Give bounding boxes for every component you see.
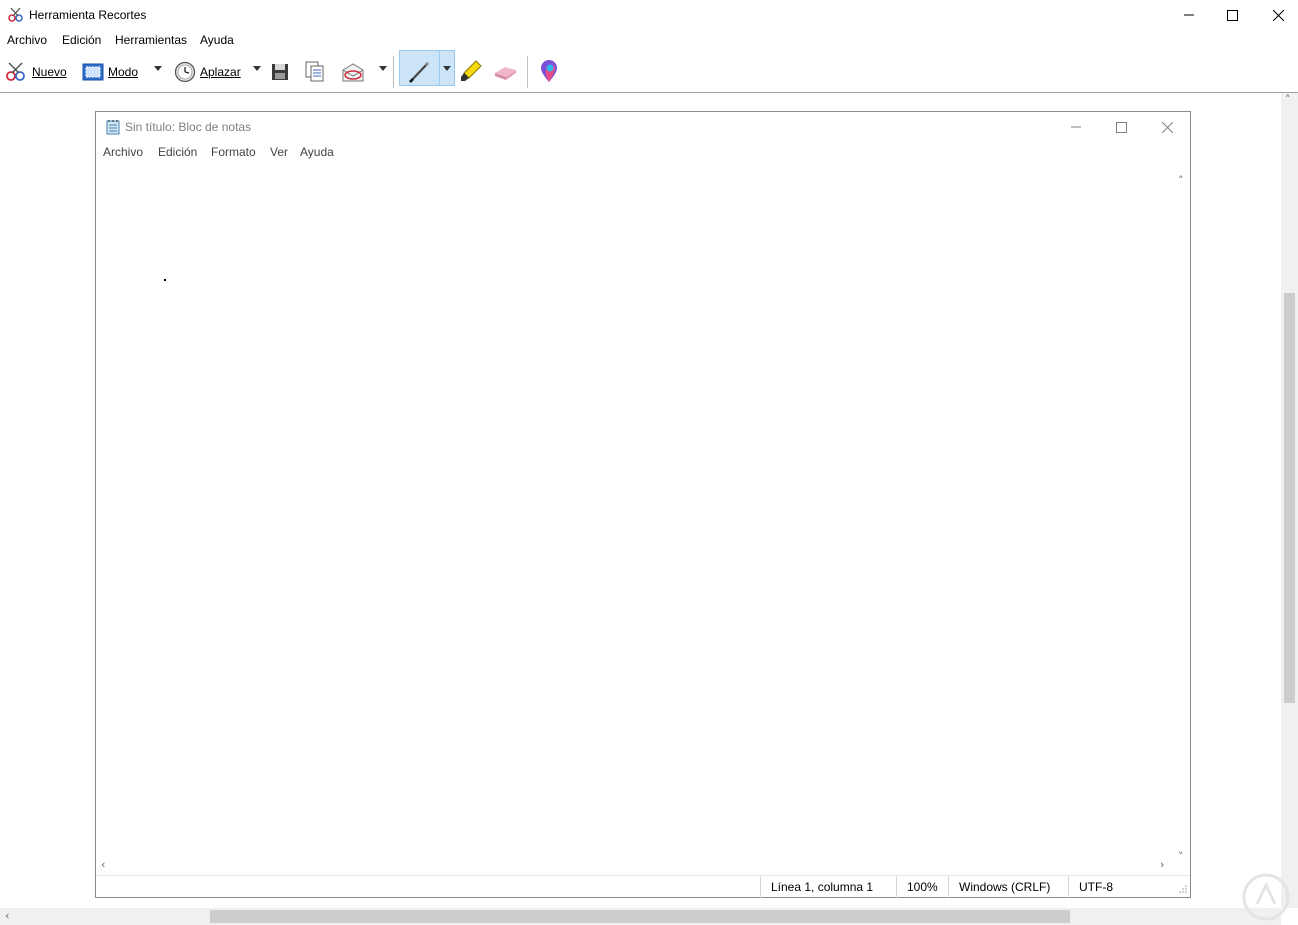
scroll-left-icon[interactable]: ‹: [101, 858, 105, 871]
canvas-horizontal-scrollbar[interactable]: ‹: [0, 908, 1281, 925]
np-menu-ayuda[interactable]: Ayuda: [300, 145, 334, 159]
delay-button[interactable]: Aplazar: [174, 56, 241, 88]
mode-dropdown-arrow[interactable]: [154, 66, 162, 71]
pen-dropdown-arrow[interactable]: [443, 66, 451, 71]
menu-archivo[interactable]: Archivo: [7, 33, 47, 47]
vertical-scroll-thumb[interactable]: [1284, 293, 1295, 703]
np-menu-formato[interactable]: Formato: [211, 145, 256, 159]
menu-edicion[interactable]: Edición: [62, 33, 101, 47]
scissors-icon: [8, 7, 23, 22]
text-cursor: [164, 279, 166, 281]
scroll-up-icon[interactable]: ˄: [1285, 93, 1291, 106]
horizontal-scroll-thumb[interactable]: [210, 910, 1070, 923]
toolbar-separator: [527, 56, 528, 88]
status-line-ending: Windows (CRLF): [948, 876, 1068, 898]
maximize-icon: [1226, 9, 1238, 21]
paint3d-icon: [541, 60, 557, 82]
eraser-button[interactable]: [492, 56, 518, 88]
mode-label: Modo: [108, 65, 139, 79]
paint3d-button[interactable]: [538, 56, 560, 88]
notepad-horizontal-scrollbar[interactable]: ‹ ›: [96, 858, 1176, 874]
status-zoom: 100%: [896, 876, 948, 898]
canvas-vertical-scrollbar[interactable]: ˄ ˅: [1281, 93, 1298, 908]
app-titlebar: Herramienta Recortes: [0, 0, 1298, 30]
notepad-close-button[interactable]: [1144, 112, 1190, 142]
close-button[interactable]: [1255, 0, 1298, 30]
eraser-icon: [495, 67, 516, 80]
menu-herramientas[interactable]: Herramientas: [115, 33, 187, 47]
notepad-maximize-button[interactable]: [1098, 112, 1144, 142]
scroll-left-icon[interactable]: ‹: [5, 909, 9, 922]
send-snip-button[interactable]: [341, 56, 367, 88]
watermark-logo-icon: [1242, 873, 1290, 921]
minimize-button[interactable]: [1166, 0, 1212, 30]
notepad-titlebar: Sin título: Bloc de notas: [96, 112, 1190, 142]
save-button[interactable]: [271, 56, 289, 88]
delay-dropdown-arrow[interactable]: [253, 66, 261, 71]
status-cursor-position: Línea 1, columna 1: [760, 876, 896, 898]
menu-ayuda[interactable]: Ayuda: [200, 33, 234, 47]
resize-grip-icon[interactable]: [1178, 884, 1188, 894]
minimize-icon: [1184, 14, 1194, 16]
highlighter-icon: [461, 60, 482, 81]
delay-label: Aplazar: [200, 65, 241, 79]
close-icon: [1272, 9, 1284, 21]
np-menu-edicion[interactable]: Edición: [158, 145, 197, 159]
scroll-right-icon[interactable]: ›: [1160, 858, 1164, 871]
highlighter-button[interactable]: [459, 56, 483, 88]
app-menubar: Archivo Edición Herramientas Ayuda: [0, 30, 1298, 52]
minimize-icon: [1071, 126, 1081, 128]
notepad-vertical-scrollbar[interactable]: ˄ ˅: [1174, 164, 1190, 882]
copy-icon: [305, 61, 324, 82]
app-title: Herramienta Recortes: [29, 8, 147, 22]
notepad-menubar: Archivo Edición Formato Ver Ayuda: [96, 142, 1190, 164]
copy-button[interactable]: [305, 56, 325, 88]
pen-icon: [409, 62, 429, 83]
notepad-minimize-button[interactable]: [1053, 112, 1099, 142]
status-encoding: UTF-8: [1068, 876, 1178, 898]
mode-button[interactable]: Modo: [82, 56, 138, 88]
np-menu-ver[interactable]: Ver: [270, 145, 288, 159]
toolbar-separator: [393, 56, 394, 88]
pen-button[interactable]: [406, 56, 432, 88]
send-email-icon: [342, 63, 364, 82]
notepad-title: Sin título: Bloc de notas: [125, 120, 252, 134]
scroll-down-icon[interactable]: ˅: [1178, 850, 1184, 863]
app-toolbar: Nuevo Modo Aplazar: [0, 52, 1298, 92]
np-menu-archivo[interactable]: Archivo: [103, 145, 143, 159]
maximize-button[interactable]: [1209, 0, 1255, 30]
close-icon: [1161, 121, 1173, 133]
notepad-text-area[interactable]: [97, 164, 1177, 882]
mode-rectangle-icon: [82, 63, 104, 81]
save-icon: [272, 64, 288, 80]
maximize-icon: [1115, 121, 1127, 133]
scroll-up-icon[interactable]: ˄: [1178, 174, 1184, 187]
clock-icon: [174, 61, 196, 83]
scissors-icon: [6, 62, 25, 81]
notepad-statusbar: Línea 1, columna 1 100% Windows (CRLF) U…: [96, 875, 1190, 898]
notepad-window: Sin título: Bloc de notas Archivo Edició…: [95, 111, 1191, 898]
notepad-icon: [106, 120, 120, 135]
new-snip-label: Nuevo: [32, 65, 67, 79]
send-dropdown-arrow[interactable]: [379, 66, 387, 71]
new-snip-button[interactable]: Nuevo: [4, 56, 67, 88]
